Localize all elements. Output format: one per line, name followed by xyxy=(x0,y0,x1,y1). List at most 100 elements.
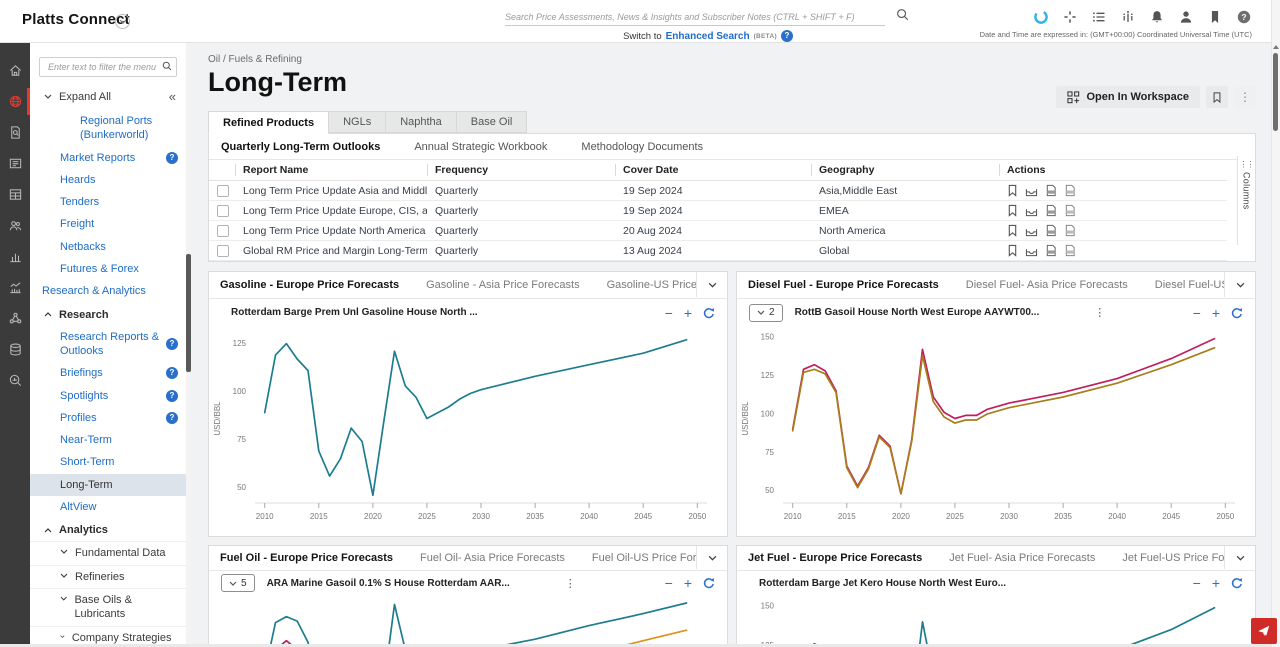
sidebar-item-freight[interactable]: Freight xyxy=(30,213,186,235)
pdf-file-icon[interactable] xyxy=(1045,204,1057,217)
bookmark-page-button[interactable] xyxy=(1206,86,1228,108)
export-tray-icon[interactable] xyxy=(1025,245,1038,257)
sidebar-item-research-reports[interactable]: Research Reports & Outlooks? xyxy=(30,326,186,363)
search-analytics-icon[interactable] xyxy=(0,372,30,389)
col-report-name[interactable]: Report Name xyxy=(235,160,427,181)
sidebar-section-research[interactable]: Research xyxy=(30,303,186,326)
kebab-icon[interactable]: ⋮ xyxy=(1094,306,1105,319)
tab-diesel-asia[interactable]: Diesel Fuel- Asia Price Forecasts xyxy=(966,279,1128,291)
subtab-methodology[interactable]: Methodology Documents xyxy=(581,141,703,153)
table-row[interactable]: Long Term Price Update North America Qua… xyxy=(209,221,1227,241)
sidebar-scrollbar[interactable] xyxy=(186,42,191,647)
zoom-out-button[interactable]: − xyxy=(1193,576,1201,590)
filter-search-icon[interactable] xyxy=(162,61,172,71)
bookmark-icon[interactable] xyxy=(1007,204,1018,217)
sidebar-item-spotlights[interactable]: Spotlights? xyxy=(30,385,186,407)
expand-all-label[interactable]: Expand All xyxy=(59,91,111,103)
tab-fuel-oil-asia[interactable]: Fuel Oil- Asia Price Forecasts xyxy=(420,552,565,564)
subtab-annual-workbook[interactable]: Annual Strategic Workbook xyxy=(414,141,547,153)
reset-zoom-icon[interactable] xyxy=(703,307,715,319)
reset-zoom-icon[interactable] xyxy=(1231,307,1243,319)
series-legend[interactable]: Rotterdam Barge Jet Kero House North Wes… xyxy=(759,578,1006,589)
tab-diesel-europe[interactable]: Diesel Fuel - Europe Price Forecasts xyxy=(748,279,939,291)
tab-gasoline-europe[interactable]: Gasoline - Europe Price Forecasts xyxy=(220,279,399,291)
chevron-down-icon[interactable] xyxy=(1224,272,1255,297)
tab-base-oil[interactable]: Base Oil xyxy=(457,111,528,133)
database-icon[interactable] xyxy=(0,341,30,358)
columns-chooser-tab[interactable]: ⋮⋮ Columns xyxy=(1237,156,1255,245)
data-feed-icon[interactable] xyxy=(1120,9,1136,25)
pdf-file-icon[interactable] xyxy=(1045,224,1057,237)
report-name-cell[interactable]: Long Term Price Update North America xyxy=(235,221,427,241)
sidebar-item-long-term[interactable]: Long-Term xyxy=(30,474,186,496)
page-scrollbar[interactable] xyxy=(1271,0,1280,647)
refresh-spinner-icon[interactable] xyxy=(1033,9,1049,25)
bookmark-icon[interactable] xyxy=(1207,9,1223,25)
zoom-out-button[interactable]: − xyxy=(1193,306,1201,320)
info-badge-icon[interactable]: ? xyxy=(166,390,178,402)
sidebar-item-near-term[interactable]: Near-Term xyxy=(30,429,186,451)
help-icon[interactable]: ? xyxy=(1236,9,1252,25)
export-tray-icon[interactable] xyxy=(1025,225,1038,237)
search-input[interactable] xyxy=(505,9,885,26)
bookmark-icon[interactable] xyxy=(1007,244,1018,257)
feedback-button[interactable] xyxy=(1251,618,1277,644)
sidebar-item-fundamental-data[interactable]: Fundamental Data xyxy=(30,541,186,564)
network-icon[interactable] xyxy=(0,310,30,327)
tab-jet-fuel-asia[interactable]: Jet Fuel- Asia Price Forecasts xyxy=(949,552,1095,564)
chevron-down-icon[interactable] xyxy=(696,272,727,297)
tab-naphtha[interactable]: Naphtha xyxy=(386,111,457,133)
xls-file-icon[interactable] xyxy=(1064,184,1076,197)
tab-refined-products[interactable]: Refined Products xyxy=(208,111,329,134)
sidebar-item-altview[interactable]: AltView xyxy=(30,496,186,518)
tab-gasoline-asia[interactable]: Gasoline - Asia Price Forecasts xyxy=(426,279,579,291)
zoom-in-button[interactable]: + xyxy=(684,576,692,590)
tab-jet-fuel-europe[interactable]: Jet Fuel - Europe Price Forecasts xyxy=(748,552,922,564)
xls-file-icon[interactable] xyxy=(1064,204,1076,217)
xls-file-icon[interactable] xyxy=(1064,244,1076,257)
list-icon[interactable] xyxy=(1091,9,1107,25)
report-name-cell[interactable]: Long Term Price Update Europe, CIS, and … xyxy=(235,201,427,221)
sidebar-item-heards[interactable]: Heards xyxy=(30,169,186,191)
report-name-cell[interactable]: Global RM Price and Margin Long-Term Out… xyxy=(235,241,427,261)
row-checkbox[interactable] xyxy=(217,205,229,217)
scrollbar-thumb[interactable] xyxy=(186,254,191,372)
sidebar-item-short-term[interactable]: Short-Term xyxy=(30,451,186,473)
table-row[interactable]: Long Term Price Update Asia and Middle E… xyxy=(209,181,1227,201)
bookmark-icon[interactable] xyxy=(1007,224,1018,237)
pdf-file-icon[interactable] xyxy=(1045,184,1057,197)
zoom-out-button[interactable]: − xyxy=(665,576,673,590)
subtab-quarterly-outlooks[interactable]: Quarterly Long-Term Outlooks xyxy=(221,141,380,153)
sidebar-item-market-reports[interactable]: Market Reports? xyxy=(30,147,186,169)
scrollbar-thumb[interactable] xyxy=(1273,53,1278,131)
row-checkbox[interactable] xyxy=(217,225,229,237)
reset-zoom-icon[interactable] xyxy=(703,577,715,589)
info-badge-icon[interactable]: ? xyxy=(166,412,178,424)
home-icon[interactable] xyxy=(0,62,30,79)
help-badge-icon[interactable]: ? xyxy=(781,30,793,42)
chevron-down-icon[interactable] xyxy=(696,546,727,569)
tab-fuel-oil-europe[interactable]: Fuel Oil - Europe Price Forecasts xyxy=(220,552,393,564)
globe-icon[interactable] xyxy=(0,93,30,110)
fuel-oil-line-chart[interactable]: 50100USD/BBL2010201520202025203020352040… xyxy=(209,595,723,647)
col-geography[interactable]: Geography xyxy=(811,160,999,181)
info-badge-icon[interactable]: ? xyxy=(166,367,178,379)
sidebar-item-netbacks[interactable]: Netbacks xyxy=(30,236,186,258)
sidebar-item-futures-forex[interactable]: Futures & Forex xyxy=(30,258,186,280)
row-checkbox[interactable] xyxy=(217,185,229,197)
more-options-button[interactable]: ⋮ xyxy=(1234,86,1256,108)
series-count-dropdown[interactable]: 5 xyxy=(221,574,255,592)
chevron-down-icon[interactable] xyxy=(1224,546,1255,569)
gasoline-line-chart[interactable]: 5075100125USD/BBL20102015202020252030203… xyxy=(209,326,723,536)
account-person-icon[interactable] xyxy=(1178,9,1194,25)
bar-chart-icon[interactable] xyxy=(0,248,30,265)
zoom-in-button[interactable]: + xyxy=(684,306,692,320)
series-count-dropdown[interactable]: 2 xyxy=(749,304,783,322)
jet-fuel-line-chart[interactable]: 5075100125150USD/BBL20102015202020252030… xyxy=(737,595,1251,647)
zoom-out-button[interactable]: − xyxy=(665,306,673,320)
sidebar-section-analytics[interactable]: Analytics xyxy=(30,518,186,541)
notifications-bell-icon[interactable] xyxy=(1149,9,1165,25)
document-search-icon[interactable] xyxy=(0,124,30,141)
xls-file-icon[interactable] xyxy=(1064,224,1076,237)
info-badge-icon[interactable]: ? xyxy=(166,338,178,350)
